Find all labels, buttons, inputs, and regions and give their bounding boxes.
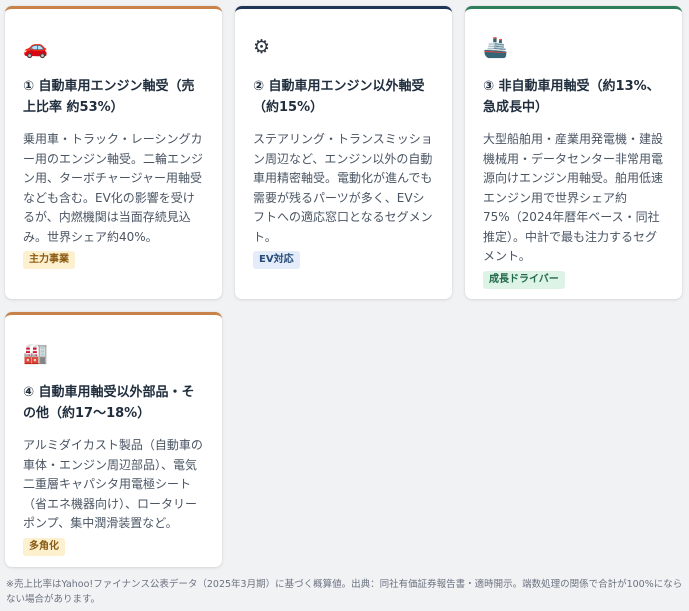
segment-card-automotive-non-engine: ⚙ ② 自動車用エンジン以外軸受（約15%） ステアリング・トランスミッション周… xyxy=(235,6,452,299)
segment-badge: 成長ドライバー xyxy=(483,270,565,289)
segment-description: 乗用車・トラック・レーシングカー用のエンジン軸受。二輪エンジン用、ターボチャージ… xyxy=(23,132,204,244)
ship-icon: 🚢 xyxy=(483,35,508,59)
segment-badge: EV対応 xyxy=(253,251,300,269)
car-icon: 🚗 xyxy=(23,35,48,59)
gear-icon: ⚙ xyxy=(253,36,271,58)
segment-title: ① 自動車用エンジン軸受（売上比率 約53%） xyxy=(23,79,195,115)
segment-title: ④ 自動車用軸受以外部品・その他（約17〜18%） xyxy=(23,385,195,421)
segment-title: ② 自動車用エンジン以外軸受（約15%） xyxy=(253,79,425,115)
segment-badge: 多角化 xyxy=(23,537,65,556)
segment-card-automotive-engine: 🚗 ① 自動車用エンジン軸受（売上比率 約53%） 乗用車・トラック・レーシング… xyxy=(5,6,222,299)
segment-card-non-automotive: 🚢 ③ 非自動車用軸受（約13%、急成長中） 大型船舶用・産業用発電機・建設機械… xyxy=(465,6,682,299)
segment-description: アルミダイカスト製品（自動車の車体・エンジン周辺部品）、電気二重層キャパシタ用電… xyxy=(23,438,203,530)
segment-badge: 主力事業 xyxy=(23,251,75,269)
factory-icon: 🏭 xyxy=(23,341,48,365)
segment-card-other-parts: 🏭 ④ 自動車用軸受以外部品・その他（約17〜18%） アルミダイカスト製品（自… xyxy=(5,312,222,567)
segment-description: ステアリング・トランスミッション周辺など、エンジン以外の自動車用精密軸受。電動化… xyxy=(253,132,433,244)
segment-title: ③ 非自動車用軸受（約13%、急成長中） xyxy=(483,79,660,115)
segment-description: 大型船舶用・産業用発電機・建設機械用・データセンター非常用電源向けエンジン用軸受… xyxy=(483,132,664,263)
footnote: ※売上比率はYahoo!ファイナンス公表データ（2025年3月期）に基づく概算値… xyxy=(6,579,683,605)
